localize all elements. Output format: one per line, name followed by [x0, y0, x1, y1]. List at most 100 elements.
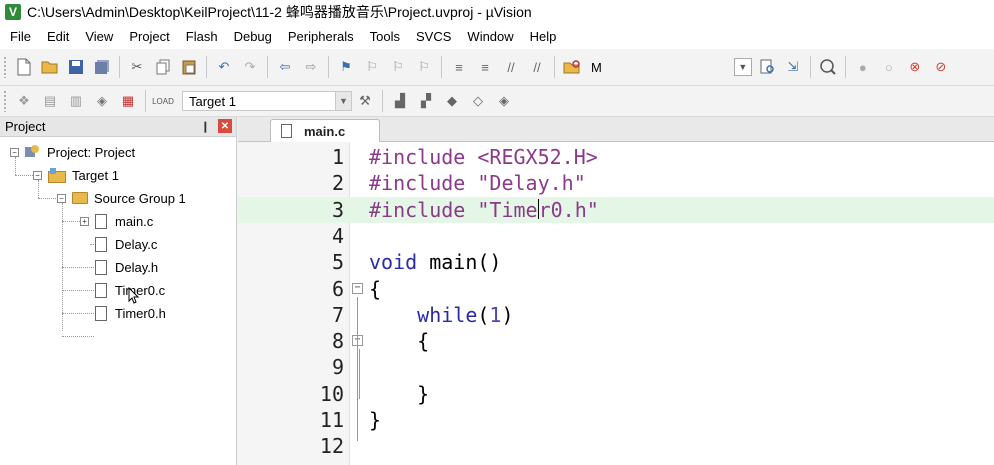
target-select[interactable]: Target 1 ▼: [182, 91, 352, 111]
expand-toggle-icon[interactable]: +: [80, 216, 89, 226]
toolbar-separator: [554, 56, 555, 78]
preprocessor-directive: #include: [369, 171, 478, 196]
undo-icon[interactable]: ↶: [213, 56, 235, 78]
comment-icon[interactable]: //: [500, 56, 522, 78]
collapse-toggle-icon[interactable]: −: [33, 170, 42, 180]
new-file-icon[interactable]: [13, 56, 35, 78]
copy-icon[interactable]: [152, 56, 174, 78]
function-signature: main(): [417, 250, 502, 275]
select-software-packs-icon[interactable]: ◆: [441, 90, 463, 112]
stop-build-icon[interactable]: ▦: [117, 90, 139, 112]
download-icon[interactable]: LOAD: [152, 90, 174, 112]
translate-icon[interactable]: ❖: [13, 90, 35, 112]
tree-item-label: Source Group 1: [94, 190, 186, 206]
tree-item-project[interactable]: − Project: Project: [10, 142, 135, 162]
menu-project[interactable]: Project: [123, 29, 175, 44]
tree-item-label: Timer0.c: [115, 282, 166, 298]
open-file-icon[interactable]: [39, 56, 61, 78]
toolbar-grip[interactable]: [3, 56, 7, 78]
file-icon: [281, 124, 292, 138]
toolbar-grip[interactable]: [3, 90, 7, 112]
cut-icon[interactable]: ✂: [126, 56, 148, 78]
pack-installer-icon[interactable]: ◇: [467, 90, 489, 112]
breakpoint-icon[interactable]: ●: [852, 56, 874, 78]
menu-help[interactable]: Help: [524, 29, 563, 44]
uncomment-icon[interactable]: //: [526, 56, 548, 78]
build-icon[interactable]: ▤: [39, 90, 61, 112]
menu-debug[interactable]: Debug: [228, 29, 278, 44]
enable-breakpoint-icon[interactable]: ○: [878, 56, 900, 78]
kill-all-breakpoints-icon[interactable]: ⊘: [930, 56, 952, 78]
tree-item-label: Timer0.h: [115, 305, 166, 321]
clear-bookmarks-icon[interactable]: ⚐: [413, 56, 435, 78]
code-editor[interactable]: 1 #include <REGX52.H> 2 #include "Delay.…: [238, 142, 994, 465]
close-icon[interactable]: ✕: [218, 119, 232, 133]
menu-edit[interactable]: Edit: [41, 29, 75, 44]
code-line-9: 9: [238, 354, 994, 380]
mouse-cursor-icon: [128, 287, 140, 304]
keyword: void: [369, 250, 418, 275]
collapse-toggle-icon[interactable]: −: [57, 193, 66, 203]
disable-all-breakpoints-icon[interactable]: ⊗: [904, 56, 926, 78]
menu-flash[interactable]: Flash: [180, 29, 224, 44]
prev-bookmark-icon[interactable]: ⚐: [361, 56, 383, 78]
tree-connector: [62, 221, 80, 222]
batch-build-icon[interactable]: ◈: [91, 90, 113, 112]
tab-main-c[interactable]: main.c: [270, 119, 380, 142]
find-in-files-icon[interactable]: [561, 56, 583, 78]
include-path: <REGX52.H>: [477, 145, 598, 169]
project-icon: [25, 145, 41, 159]
fold-guide-line: [359, 349, 360, 399]
navigate-back-icon[interactable]: ⇦: [274, 56, 296, 78]
menu-tools[interactable]: Tools: [364, 29, 406, 44]
next-bookmark-icon[interactable]: ⚐: [387, 56, 409, 78]
code-text: {: [369, 329, 430, 354]
manage-components-icon[interactable]: ▞: [415, 90, 437, 112]
file-extensions-icon[interactable]: ▟: [389, 90, 411, 112]
paren: (: [477, 302, 490, 327]
tree-item-file[interactable]: Timer0.h: [95, 303, 166, 323]
save-all-icon[interactable]: [91, 56, 113, 78]
toolbar-separator: [267, 56, 268, 78]
window-title: C:\Users\Admin\Desktop\KeilProject\11-2 …: [27, 4, 532, 20]
incremental-find-icon[interactable]: ⇲: [782, 56, 804, 78]
file-icon: [95, 305, 107, 321]
find-combo-dropdown[interactable]: ▼: [733, 58, 752, 76]
menu-file[interactable]: File: [4, 29, 37, 44]
pin-icon[interactable]: ❙: [201, 120, 210, 133]
fold-toggle-icon[interactable]: −: [352, 282, 363, 294]
line-number: 6: [331, 276, 344, 301]
paste-icon[interactable]: [178, 56, 200, 78]
target-options-icon[interactable]: ⚒: [354, 90, 376, 112]
redo-icon[interactable]: ↷: [239, 56, 261, 78]
navigate-forward-icon[interactable]: ⇨: [300, 56, 322, 78]
collapse-toggle-icon[interactable]: −: [10, 147, 19, 157]
menu-window[interactable]: Window: [461, 29, 519, 44]
line-number: 12: [319, 434, 344, 459]
toolbar-separator: [441, 56, 442, 78]
tree-item-file[interactable]: Delay.h: [95, 257, 158, 277]
find-icon[interactable]: [756, 56, 778, 78]
debug-session-icon[interactable]: [817, 56, 839, 78]
toolbar-separator: [382, 90, 383, 112]
code-line-2: 2 #include "Delay.h": [238, 170, 994, 196]
menu-svcs[interactable]: SVCS: [410, 29, 457, 44]
indent-icon[interactable]: ≡: [448, 56, 470, 78]
code-text: }: [369, 381, 430, 406]
tree-connector: [62, 267, 94, 268]
line-number: 10: [319, 381, 344, 406]
number-literal: 1: [489, 302, 502, 327]
tree-item-file[interactable]: Delay.c: [95, 234, 157, 254]
menu-peripherals[interactable]: Peripherals: [282, 29, 360, 44]
tree-item-source-group[interactable]: − Source Group 1: [57, 188, 186, 208]
chevron-down-icon[interactable]: ▼: [335, 92, 351, 110]
menu-view[interactable]: View: [79, 29, 119, 44]
tree-item-file[interactable]: + main.c: [80, 211, 153, 231]
rte-icon[interactable]: ◈: [493, 90, 515, 112]
tree-item-target[interactable]: − Target 1: [33, 165, 119, 185]
rebuild-icon[interactable]: ▥: [65, 90, 87, 112]
save-icon[interactable]: [65, 56, 87, 78]
file-toolbar: ✂ ↶ ↷ ⇦ ⇨ ⚑ ⚐ ⚐ ⚐ ≡ ≡ // // M ▼ ⇲ ● ○ ⊗ …: [0, 49, 994, 86]
unindent-icon[interactable]: ≡: [474, 56, 496, 78]
bookmark-icon[interactable]: ⚑: [335, 56, 357, 78]
